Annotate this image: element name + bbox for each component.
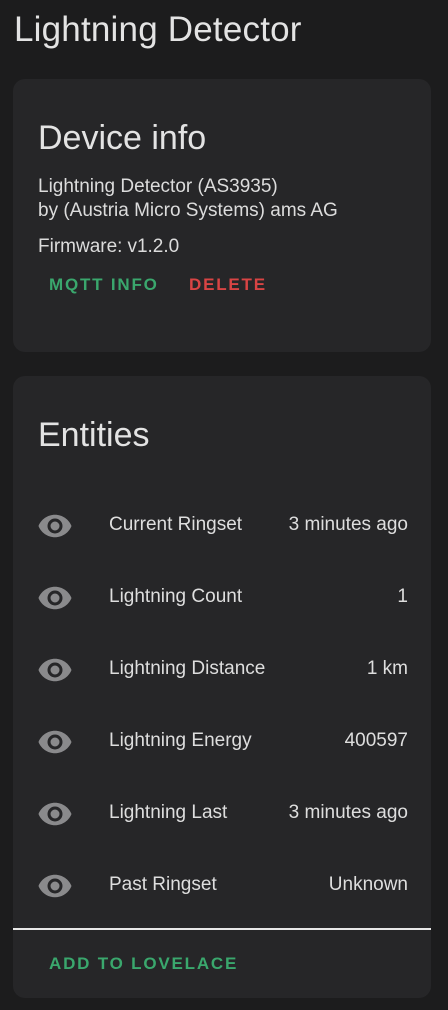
entity-state: 1 km [366, 658, 408, 679]
entity-row-lightning-energy[interactable]: Lightning Energy 400597 [13, 706, 431, 778]
device-info-header: Device info [38, 119, 207, 157]
entity-row-past-ringset[interactable]: Past Ringset Unknown [13, 850, 431, 922]
mqtt-info-button[interactable]: MQTT INFO [49, 275, 159, 295]
entity-state: 1 [397, 586, 408, 607]
card-actions-divider [13, 928, 431, 930]
entity-name: Current Ringset [109, 514, 243, 535]
entity-name: Lightning Last [109, 802, 228, 823]
add-to-lovelace-button[interactable]: ADD TO LOVELACE [49, 954, 238, 974]
firmware-label: Firmware: [38, 236, 123, 257]
delete-button[interactable]: DELETE [189, 275, 267, 295]
entities-header: Entities [38, 416, 150, 454]
entity-name: Lightning Distance [109, 658, 266, 679]
eye-icon [38, 874, 72, 898]
entity-name: Lightning Count [109, 586, 243, 607]
device-info-card: Device info Lightning Detector (AS3935) … [13, 79, 431, 352]
entity-row-lightning-distance[interactable]: Lightning Distance 1 km [13, 634, 431, 706]
entities-card: Entities Current Ringset 3 minutes ago L… [13, 376, 431, 998]
device-firmware: Firmware: v1.2.0 [38, 236, 179, 258]
entity-row-lightning-last[interactable]: Lightning Last 3 minutes ago [13, 778, 431, 850]
entity-row-current-ringset[interactable]: Current Ringset 3 minutes ago [13, 490, 431, 562]
entity-name: Lightning Energy [109, 730, 252, 751]
entity-state: 3 minutes ago [288, 802, 408, 823]
eye-icon [38, 802, 72, 826]
device-model: Lightning Detector (AS3935) [38, 176, 278, 197]
entity-state: Unknown [328, 874, 408, 895]
eye-icon [38, 730, 72, 754]
firmware-version: v1.2.0 [127, 236, 180, 257]
page-title: Lightning Detector [14, 10, 302, 49]
eye-icon [38, 514, 72, 538]
entity-name: Past Ringset [109, 874, 217, 895]
entity-state: 3 minutes ago [288, 514, 408, 535]
eye-icon [38, 658, 72, 682]
device-page: Lightning Detector Device info Lightning… [0, 0, 448, 1010]
device-manufacturer: by (Austria Micro Systems) ams AG [38, 200, 338, 221]
entity-row-lightning-count[interactable]: Lightning Count 1 [13, 562, 431, 634]
eye-icon [38, 586, 72, 610]
entity-state: 400597 [344, 730, 408, 751]
